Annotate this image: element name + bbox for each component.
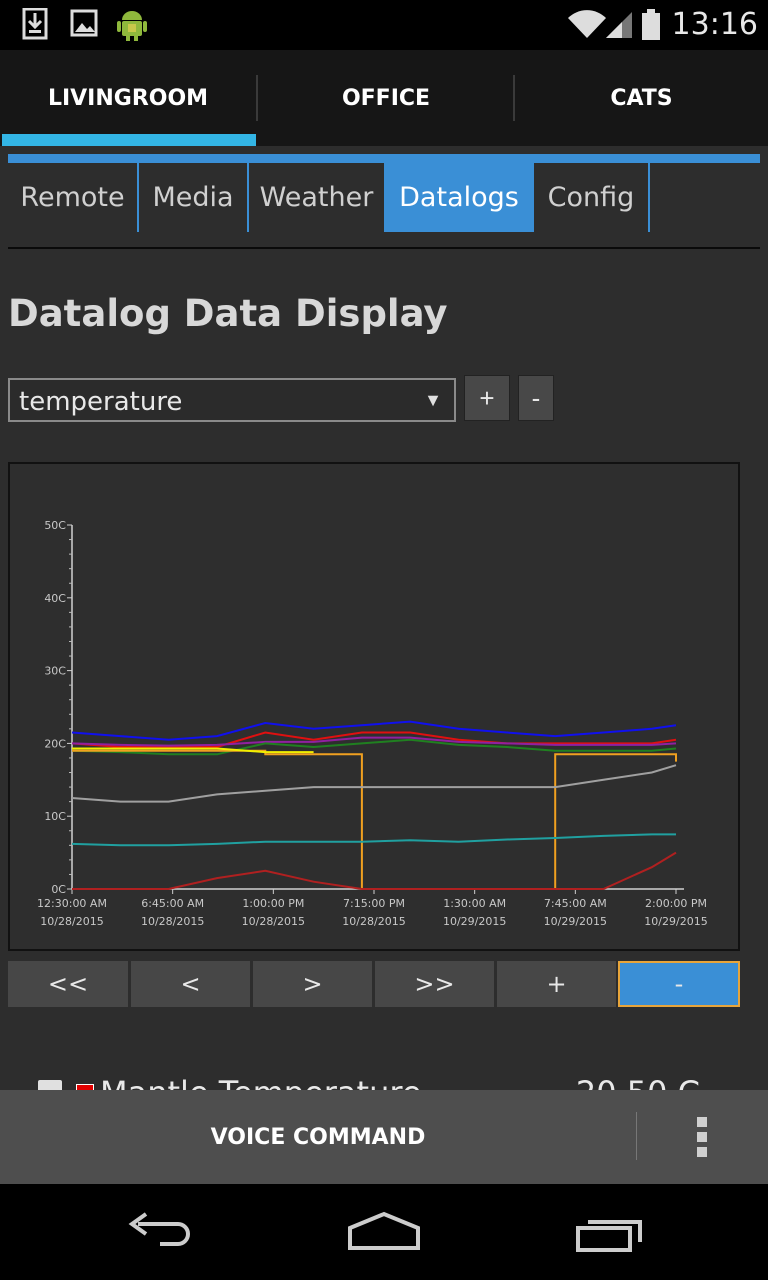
y-tick-label: 30C [44, 665, 66, 678]
series-line [72, 749, 677, 890]
signal-icon [606, 12, 632, 38]
x-tick-date-label: 10/28/2015 [342, 915, 405, 928]
series-line [72, 851, 677, 890]
last-page-button[interactable]: >> [375, 961, 494, 1007]
y-tick-label: 10C [44, 810, 66, 823]
subtab-datalogs[interactable]: Datalogs [386, 163, 534, 232]
status-bar: 13:16 [0, 0, 768, 50]
x-tick-date-label: 10/28/2015 [242, 915, 305, 928]
y-tick-label: 0C [51, 883, 66, 896]
x-tick-label: 1:00:00 PM [242, 897, 304, 910]
tab-office[interactable]: OFFICE [258, 50, 514, 146]
battery-icon [642, 9, 660, 40]
x-tick-date-label: 10/28/2015 [40, 915, 103, 928]
subtab-config[interactable]: Config [534, 163, 650, 232]
selected-tab-indicator [2, 134, 256, 146]
voice-command-button[interactable]: VOICE COMMAND [0, 1090, 636, 1184]
download-icon [22, 8, 48, 40]
overflow-menu-button[interactable] [637, 1090, 768, 1184]
subtab-top-line [8, 154, 760, 163]
remove-datalog-button[interactable]: - [518, 375, 554, 421]
series-line [71, 764, 677, 803]
x-tick-date-label: 10/29/2015 [644, 915, 707, 928]
prev-button[interactable]: < [131, 961, 250, 1007]
system-nav-bar [0, 1184, 768, 1280]
datalog-select-value: temperature [19, 387, 183, 417]
x-tick-label: 12:30:00 AM [37, 897, 107, 910]
datalog-chart: 0C 10C 20C 30C 40C 50C 12:30:00 AM 10/28/2015 6:… [8, 462, 740, 951]
legend-item[interactable]: Mantle Temperature 20.50 C [38, 1074, 738, 1090]
divider [8, 247, 760, 249]
subtab-media[interactable]: Media [139, 163, 249, 232]
recent-apps-icon[interactable] [574, 1210, 648, 1254]
dropdown-arrow-icon: ▼ [424, 390, 442, 410]
series-line [71, 833, 676, 847]
legend-value: 20.50 C [576, 1074, 700, 1090]
main-content: Remote Media Weather Datalogs Config Dat… [0, 146, 768, 1090]
x-tick-date-label: 10/28/2015 [141, 915, 204, 928]
image-icon [70, 9, 98, 37]
x-tick-label: 6:45:00 AM [141, 897, 204, 910]
add-datalog-button[interactable]: + [464, 375, 510, 421]
y-tick-label: 20C [44, 737, 66, 750]
zoom-out-button[interactable]: - [618, 961, 740, 1007]
first-page-button[interactable]: << [8, 961, 128, 1007]
tab-livingroom[interactable]: LIVINGROOM [0, 50, 256, 146]
subtab-weather[interactable]: Weather [249, 163, 386, 232]
top-tab-bar: LIVINGROOM OFFICE CATS [0, 50, 768, 146]
x-tick-label: 7:15:00 PM [343, 897, 405, 910]
x-tick-label: 2:00:00 PM [645, 897, 707, 910]
android-icon [117, 11, 147, 41]
tab-cats[interactable]: CATS [515, 50, 768, 146]
datalog-select[interactable]: temperature ▼ [8, 378, 456, 422]
bottom-action-bar: VOICE COMMAND [0, 1090, 768, 1184]
zoom-in-button[interactable]: + [497, 961, 616, 1007]
subtab-bar: Remote Media Weather Datalogs Config [8, 163, 760, 232]
legend-checkbox[interactable] [38, 1080, 62, 1090]
page-title: Datalog Data Display [8, 292, 448, 335]
clock: 13:16 [671, 7, 758, 42]
x-tick-label: 7:45:00 AM [544, 897, 607, 910]
wifi-icon [568, 10, 606, 38]
y-tick-label: 50C [44, 519, 66, 532]
x-tick-label: 1:30:00 AM [443, 897, 506, 910]
legend-label: Mantle Temperature [100, 1074, 422, 1090]
y-tick-label: 40C [44, 592, 66, 605]
x-tick-date-label: 10/29/2015 [544, 915, 607, 928]
back-icon[interactable] [124, 1210, 196, 1250]
home-icon[interactable] [346, 1210, 422, 1254]
chart-svg: 0C 10C 20C 30C 40C 50C 12:30:00 AM 10/28/2015 6:… [37, 519, 708, 928]
subtab-remote[interactable]: Remote [8, 163, 139, 232]
overflow-menu-icon [697, 1117, 707, 1127]
x-tick-date-label: 10/29/2015 [443, 915, 506, 928]
next-button[interactable]: > [253, 961, 372, 1007]
